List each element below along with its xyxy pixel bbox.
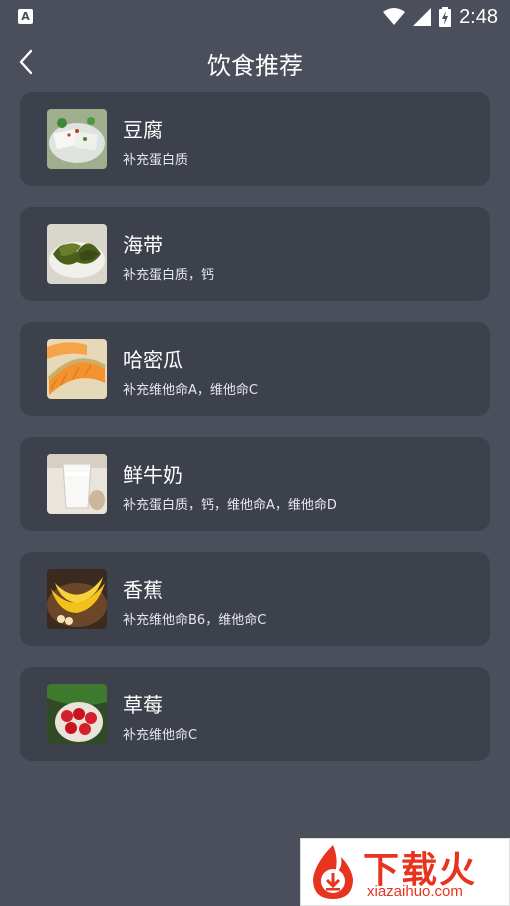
- status-time: 2:48: [459, 5, 498, 28]
- food-name: 鲜牛奶: [123, 463, 183, 487]
- food-name: 海带: [123, 233, 163, 257]
- battery-charging-icon: [439, 7, 452, 27]
- food-desc: 补充蛋白质: [123, 153, 189, 168]
- food-card-kelp[interactable]: 海带 补充蛋白质，钙: [20, 207, 490, 301]
- milk-thumbnail: [47, 454, 107, 514]
- banana-thumbnail: [47, 569, 107, 629]
- kelp-thumbnail: [47, 224, 107, 284]
- food-list: 豆腐 补充蛋白质 海带 补充蛋白质，钙 哈密瓜 补充维他命A，维他命C 鲜牛奶 …: [20, 92, 490, 782]
- watermark: 下载火 xiazaihuo.com: [300, 838, 510, 906]
- app-notification-icon: A: [18, 9, 33, 24]
- watermark-url: xiazaihuo.com: [367, 883, 463, 900]
- page-title: 饮食推荐: [207, 52, 303, 80]
- food-desc: 补充维他命A，维他命C: [123, 383, 258, 398]
- cantaloupe-thumbnail: [47, 339, 107, 399]
- food-name: 香蕉: [123, 578, 163, 602]
- food-card-milk[interactable]: 鲜牛奶 补充蛋白质，钙，维他命A，维他命D: [20, 437, 490, 531]
- status-bar: A 2:48: [0, 0, 510, 34]
- tofu-thumbnail: [47, 109, 107, 169]
- food-name: 豆腐: [123, 118, 163, 142]
- flame-logo-icon: [313, 845, 353, 899]
- food-name: 哈密瓜: [123, 348, 183, 372]
- app-header: 饮食推荐: [0, 34, 510, 92]
- food-card-strawberry[interactable]: 草莓 补充维他命C: [20, 667, 490, 761]
- status-right: 2:48: [383, 0, 498, 34]
- food-card-banana[interactable]: 香蕉 补充维他命B6，维他命C: [20, 552, 490, 646]
- cell-signal-icon: [413, 8, 432, 26]
- food-desc: 补充蛋白质，钙: [123, 268, 215, 283]
- food-name: 草莓: [123, 693, 163, 717]
- wifi-icon: [383, 8, 406, 25]
- food-desc: 补充蛋白质，钙，维他命A，维他命D: [123, 498, 337, 513]
- food-desc: 补充维他命B6，维他命C: [123, 613, 267, 628]
- strawberry-thumbnail: [47, 684, 107, 744]
- food-card-tofu[interactable]: 豆腐 补充蛋白质: [20, 92, 490, 186]
- food-desc: 补充维他命C: [123, 728, 198, 743]
- food-card-cantaloupe[interactable]: 哈密瓜 补充维他命A，维他命C: [20, 322, 490, 416]
